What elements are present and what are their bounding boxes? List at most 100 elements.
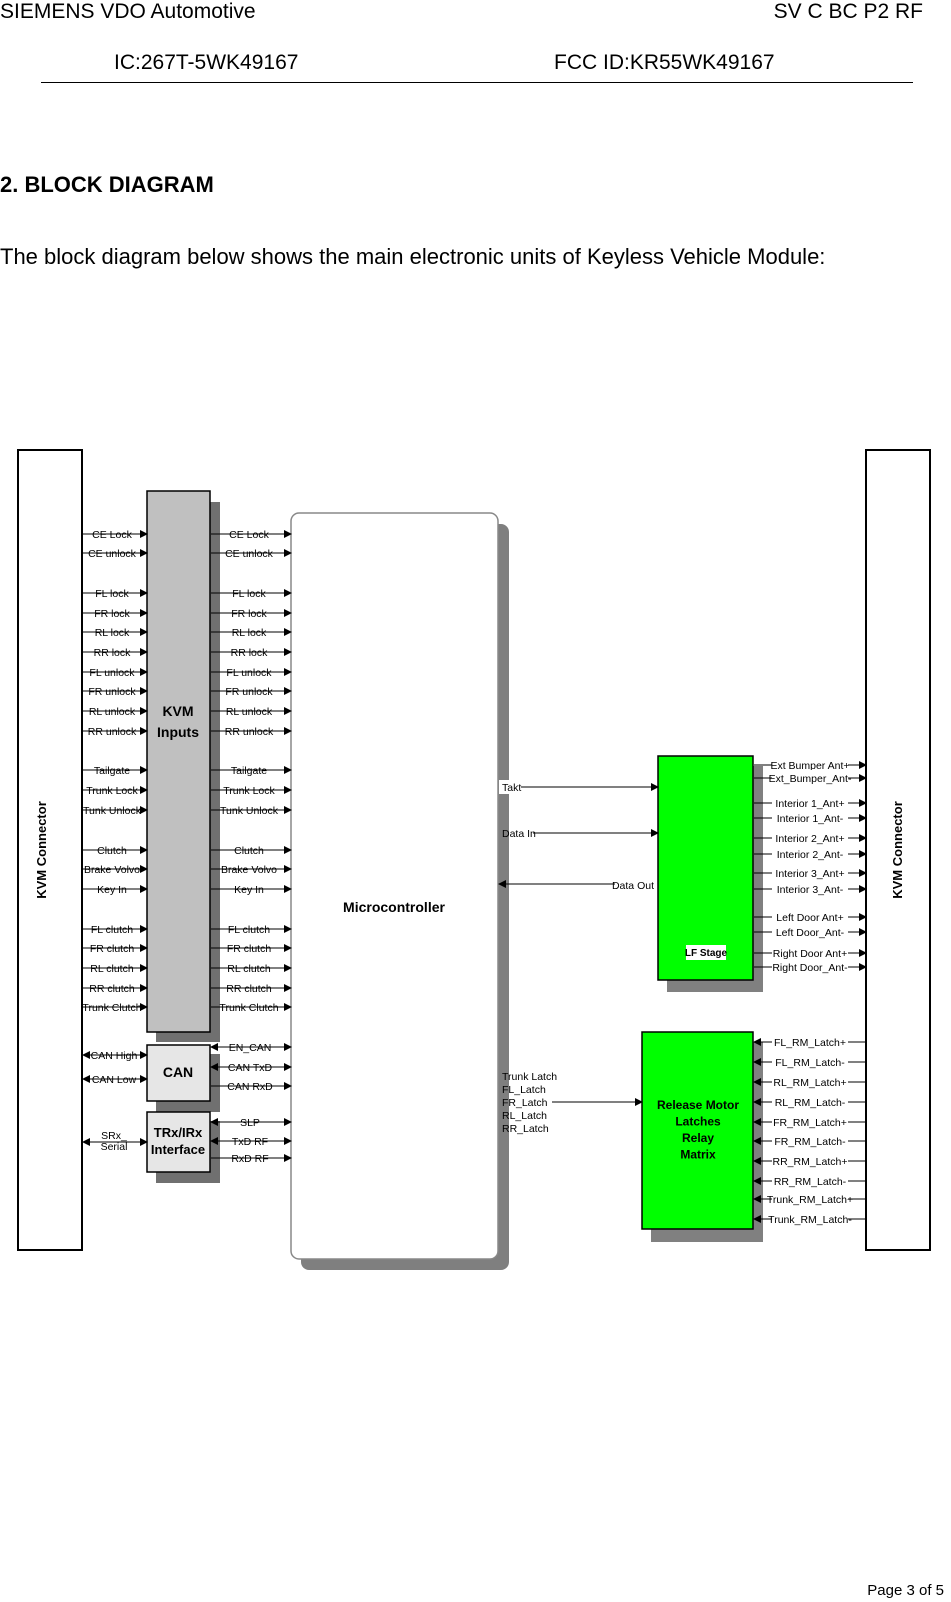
rf-signal-label: RxD RF xyxy=(231,1153,268,1165)
page-number: Page 3 of 5 xyxy=(867,1582,944,1599)
antenna-signal-label: Interior 2_Ant+ xyxy=(775,833,844,845)
micro-input-signal-label: RL unlock xyxy=(226,706,273,718)
latch-output-label: FL_Latch xyxy=(502,1084,546,1096)
rm-latch-label: RR_RM_Latch+ xyxy=(773,1156,848,1168)
intro-paragraph: The block diagram below shows the main e… xyxy=(0,244,826,269)
rm-latch-label: FR_RM_Latch- xyxy=(774,1136,846,1148)
left-kvm-connector xyxy=(17,449,83,1251)
rm-latch-label: FL_RM_Latch+ xyxy=(774,1037,846,1049)
antenna-signal-label: Left Door_Ant- xyxy=(776,927,845,939)
input-signal-label: CE Lock xyxy=(92,529,132,541)
micro-input-signal-label: Trunk Clutch xyxy=(219,1002,278,1014)
input-signal-label: FR lock xyxy=(94,608,130,620)
micro-input-signal-label: FL lock xyxy=(232,588,266,600)
micro-input-signal-label: Tunk Unlock xyxy=(220,805,279,817)
microcontroller-label: Microcontroller xyxy=(343,899,445,915)
micro-input-signal-label: RL lock xyxy=(232,627,267,639)
input-signal-label: RL lock xyxy=(95,627,130,639)
micro-input-signal-label: Trunk Lock xyxy=(223,785,275,797)
kvm-inputs-block xyxy=(146,490,211,1033)
rm-latch-label: FL_RM_Latch- xyxy=(775,1057,845,1069)
rm-latch-label: RL_RM_Latch- xyxy=(775,1097,846,1109)
rm-latch-label: Trunk_RM_Latch- xyxy=(768,1214,852,1226)
input-signal-label: Trunk Clutch xyxy=(82,1002,141,1014)
fcc-id: FCC ID:KR55WK49167 xyxy=(554,51,775,74)
micro-input-signal-label: FR unlock xyxy=(225,686,273,698)
input-signal-label: FR unlock xyxy=(88,686,136,698)
antenna-signal-label: Interior 3_Ant- xyxy=(777,884,844,896)
trx-label-1: TRx/IRx xyxy=(154,1125,203,1140)
micro-input-signal-label: FL clutch xyxy=(228,924,270,936)
release-block-label: Latches xyxy=(675,1115,721,1129)
input-signal-label: Brake Volvo xyxy=(84,864,140,876)
kvm-inputs-label-2: Inputs xyxy=(157,724,199,740)
micro-input-signal-label: Brake Volvo xyxy=(221,864,277,876)
rm-latch-label: FR_RM_Latch+ xyxy=(773,1117,847,1129)
data-out-label: Data Out xyxy=(612,880,654,892)
micro-input-signal-label: FL unlock xyxy=(226,667,272,679)
can-control-label: CAN RxD xyxy=(227,1081,273,1093)
micro-input-signal-label: Clutch xyxy=(234,845,264,857)
rm-latch-label: Trunk_RM_Latch+ xyxy=(767,1194,853,1206)
micro-input-signal-label: RR unlock xyxy=(225,726,274,738)
kvm-inputs-label-1: KVM xyxy=(162,703,193,719)
can-bus-label: CAN High xyxy=(91,1050,138,1062)
microcontroller-block xyxy=(290,512,499,1260)
micro-input-signal-label: RR lock xyxy=(231,647,269,659)
input-signal-label: FL unlock xyxy=(89,667,135,679)
antenna-signal-label: Interior 1_Ant+ xyxy=(775,798,844,810)
right-connector-label: KVM Connector xyxy=(890,801,905,899)
micro-input-signal-label: Key In xyxy=(234,884,264,896)
input-signal-label: FL clutch xyxy=(91,924,133,936)
input-signal-label: RR unlock xyxy=(88,726,137,738)
input-signal-label: RL clutch xyxy=(90,963,134,975)
can-control-label: EN_CAN xyxy=(229,1042,272,1054)
release-block-label: Relay xyxy=(682,1131,714,1145)
micro-input-signal-label: FR lock xyxy=(231,608,267,620)
antenna-signal-label: Ext_Bumper_Ant- xyxy=(769,773,852,785)
input-signal-label: CE unlock xyxy=(88,548,137,560)
latch-output-label: RL_Latch xyxy=(502,1110,547,1122)
micro-input-signal-label: CE Lock xyxy=(229,529,269,541)
input-signal-label: FL lock xyxy=(95,588,129,600)
micro-input-signal-label: RL clutch xyxy=(227,963,271,975)
input-signal-label: RR clutch xyxy=(89,983,135,995)
antenna-signal-label: Left Door Ant+ xyxy=(776,912,843,924)
micro-input-signal-label: RR clutch xyxy=(226,983,272,995)
input-signal-label: RR lock xyxy=(94,647,132,659)
can-control-label: CAN TxD xyxy=(228,1062,273,1074)
input-signal-label: Trunk Lock xyxy=(86,785,138,797)
latch-output-label: Trunk Latch xyxy=(502,1071,557,1083)
trx-label-2: Interface xyxy=(151,1142,205,1157)
company-name: SIEMENS VDO Automotive xyxy=(0,0,256,23)
input-signal-label: Tailgate xyxy=(94,765,130,777)
input-signal-label: FR clutch xyxy=(90,943,135,955)
input-signal-label: RL unlock xyxy=(89,706,136,718)
rf-signal-label: TxD RF xyxy=(232,1136,268,1148)
block-diagram: KVM Connector KVM Connector KVM Inputs C… xyxy=(17,449,931,1270)
rf-signal-label: SLP xyxy=(240,1117,260,1129)
input-signal-label: Tunk Unlock xyxy=(83,805,142,817)
antenna-signal-label: Interior 2_Ant- xyxy=(777,849,844,861)
ic-id: IC:267T-5WK49167 xyxy=(114,51,299,74)
can-block-label: CAN xyxy=(163,1064,193,1080)
micro-input-signal-label: CE unlock xyxy=(225,548,274,560)
antenna-signal-label: Interior 3_Ant+ xyxy=(775,868,844,880)
rm-latch-label: RR_RM_Latch- xyxy=(774,1176,847,1188)
micro-input-signal-label: FR clutch xyxy=(227,943,272,955)
serial-label-2: Serial xyxy=(101,1141,128,1153)
antenna-signal-label: Right Door Ant+ xyxy=(773,948,847,960)
lf-stage-label: LF Stage xyxy=(685,948,728,959)
data-in-label: Data In xyxy=(502,828,536,840)
rm-latch-label: RL_RM_Latch+ xyxy=(773,1077,846,1089)
document-code: SV C BC P2 RF xyxy=(773,0,923,23)
release-block-label: Matrix xyxy=(680,1148,716,1162)
micro-input-signal-label: Tailgate xyxy=(231,765,267,777)
latch-output-label: RR_Latch xyxy=(502,1123,549,1135)
header-divider xyxy=(41,82,913,83)
antenna-signal-label: Right Door_Ant- xyxy=(772,962,848,974)
left-connector-label: KVM Connector xyxy=(34,801,49,899)
antenna-signal-label: Interior 1_Ant- xyxy=(777,813,844,825)
input-signal-label: Clutch xyxy=(97,845,127,857)
latch-output-label: FR_Latch xyxy=(502,1097,548,1109)
